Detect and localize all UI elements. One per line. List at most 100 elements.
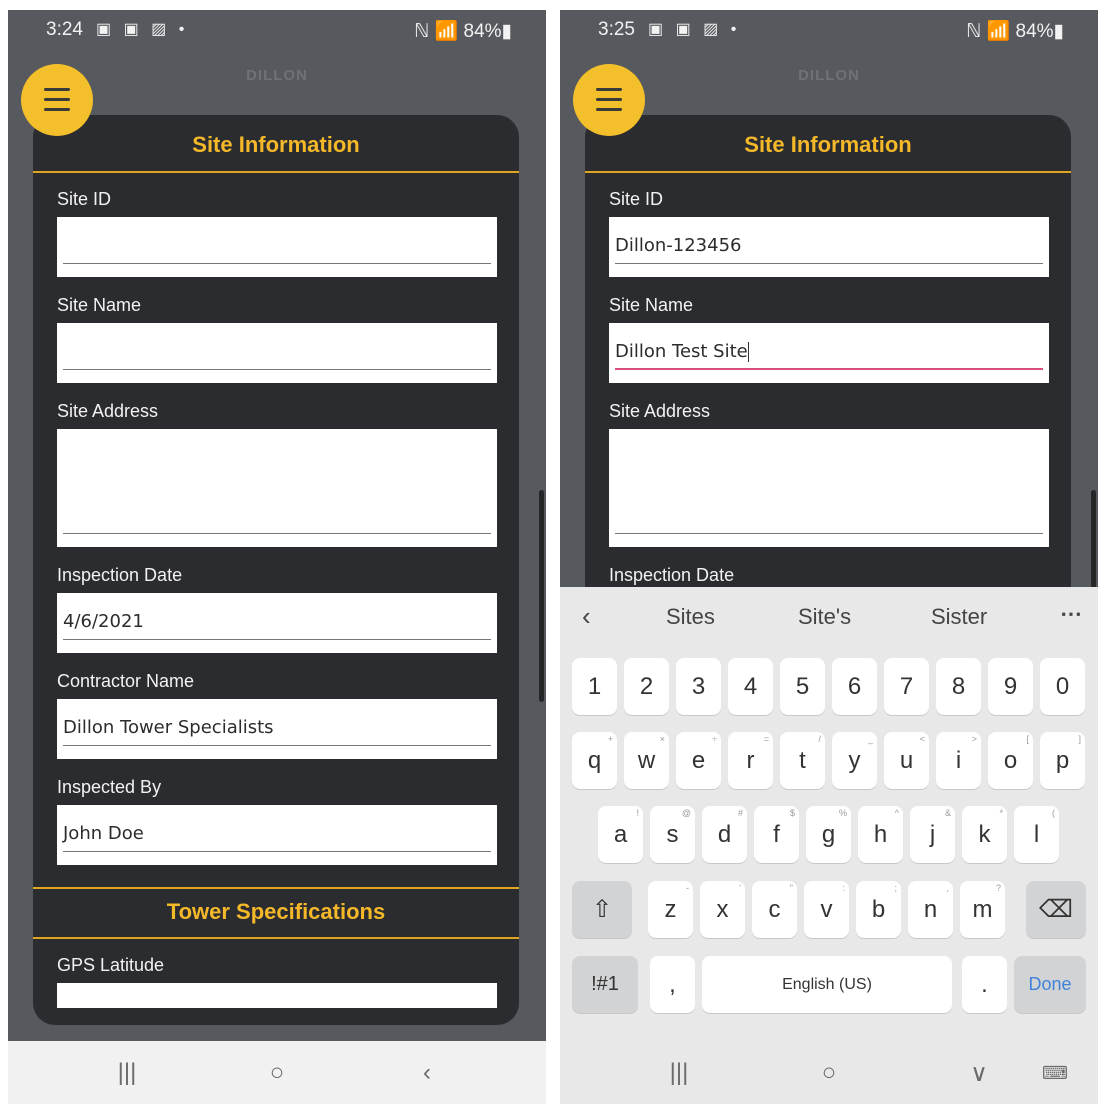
shift-key[interactable]: ⇧ — [572, 881, 632, 938]
key-label: x — [716, 896, 729, 923]
key-r[interactable]: = r — [728, 732, 773, 789]
space-bar[interactable]: English (US) — [702, 956, 952, 1013]
section-title-site-information: Site Information — [33, 115, 519, 173]
key-d[interactable]: # d — [702, 806, 747, 863]
hamburger-icon-line — [44, 98, 70, 101]
site-address-textarea[interactable] — [57, 429, 497, 547]
input-underline — [63, 263, 491, 264]
key-label: u — [899, 747, 914, 774]
comma-key[interactable]: , — [650, 956, 695, 1013]
key-h[interactable]: ^ h — [858, 806, 903, 863]
key[interactable]: 6 — [832, 658, 877, 715]
key-e[interactable]: ÷ e — [676, 732, 721, 789]
backspace-icon: ⌫ — [1039, 896, 1073, 923]
key-p[interactable]: ] p — [1040, 732, 1085, 789]
key-hint: " — [789, 883, 793, 893]
site-id-input[interactable]: Dillon-123456 — [609, 217, 1049, 277]
key-hint: * — [999, 808, 1003, 818]
hamburger-icon-line — [44, 108, 70, 111]
key[interactable]: 8 — [936, 658, 981, 715]
key-hint: / — [818, 734, 821, 744]
key-t[interactable]: / t — [780, 732, 825, 789]
hamburger-icon — [44, 88, 70, 91]
suggestion-back-icon[interactable]: ‹ — [582, 601, 591, 632]
section-title-tower-specifications: Tower Specifications — [33, 887, 519, 939]
key[interactable]: 0 — [1040, 658, 1085, 715]
period-key[interactable]: . — [962, 956, 1007, 1013]
contractor-name-label: Contractor Name — [57, 671, 195, 691]
key-g[interactable]: % g — [806, 806, 851, 863]
key-u[interactable]: < u — [884, 732, 929, 789]
suggestion-item[interactable]: Sister — [931, 604, 987, 630]
key-hint: & — [944, 808, 951, 818]
key-k[interactable]: * k — [962, 806, 1007, 863]
key[interactable]: 4 — [728, 658, 773, 715]
key-z[interactable]: -z — [648, 881, 693, 938]
site-id-input[interactable] — [57, 217, 497, 277]
key[interactable]: 2 — [624, 658, 669, 715]
inspection-date-label: Inspection Date — [609, 565, 735, 585]
app-brand-logo: DILLON — [798, 67, 860, 84]
home-button[interactable]: ○ — [794, 1053, 864, 1093]
key-hint: _ — [867, 734, 873, 744]
hide-keyboard-button[interactable]: ∨ — [944, 1053, 1014, 1093]
key-j[interactable]: & j — [910, 806, 955, 863]
key-q[interactable]: + q — [572, 732, 617, 789]
key-w[interactable]: × w — [624, 732, 669, 789]
key-b[interactable]: ; b — [856, 881, 901, 938]
key-c[interactable]: " c — [752, 881, 797, 938]
home-button[interactable]: ○ — [242, 1053, 312, 1093]
menu-button[interactable] — [573, 64, 645, 136]
key-y[interactable]: _ y — [832, 732, 877, 789]
app-brand-logo: DILLON — [246, 67, 308, 84]
recent-apps-button[interactable]: ||| — [644, 1053, 714, 1093]
key-n[interactable]: ,n — [908, 881, 953, 938]
key-f[interactable]: $ f — [754, 806, 799, 863]
recent-apps-button[interactable]: ||| — [92, 1053, 162, 1093]
key[interactable]: 9 — [988, 658, 1033, 715]
contractor-name-input[interactable]: Dillon Tower Specialists — [57, 699, 497, 759]
key-label: s — [666, 821, 679, 848]
status-indicators: ℕ 📶 84%▮ — [414, 21, 512, 42]
menu-button[interactable] — [21, 64, 93, 136]
key-hint: ( — [1052, 808, 1055, 818]
key-l[interactable]: (l — [1014, 806, 1059, 863]
hamburger-icon-line — [596, 98, 622, 101]
site-name-input[interactable] — [57, 323, 497, 383]
site-id-label: Site ID — [57, 189, 112, 209]
suggestion-item[interactable]: Site's — [798, 604, 851, 630]
more-options-icon[interactable]: ⋯ — [1060, 601, 1082, 627]
key-v[interactable]: :v — [804, 881, 849, 938]
input-underline — [63, 533, 491, 534]
back-button[interactable]: ‹ — [392, 1053, 462, 1093]
key-s[interactable]: @ s — [650, 806, 695, 863]
inspection-date-input[interactable]: 4/6/2021 — [57, 593, 497, 653]
key-i[interactable]: > i — [936, 732, 981, 789]
input-underline — [615, 533, 1043, 534]
key-o[interactable]: [o — [988, 732, 1033, 789]
key[interactable]: 7 — [884, 658, 929, 715]
key[interactable]: 3 — [676, 658, 721, 715]
scrollbar[interactable] — [539, 490, 544, 702]
backspace-key[interactable]: ⌫ — [1026, 881, 1086, 938]
done-key[interactable]: Done — [1014, 956, 1086, 1013]
suggestion-item[interactable]: Sites — [666, 604, 715, 630]
inspected-by-input[interactable]: John Doe — [57, 805, 497, 865]
gps-latitude-input[interactable] — [57, 983, 497, 1008]
site-name-input[interactable]: Dillon Test Site — [609, 323, 1049, 383]
key-x[interactable]: ' x — [700, 881, 745, 938]
key-m[interactable]: ? m — [960, 881, 1005, 938]
site-address-textarea[interactable] — [609, 429, 1049, 547]
site-address-label: Site Address — [609, 401, 711, 421]
key-label: i — [955, 747, 962, 774]
status-bar: 3:25 ▣ ▣ ▨ • ℕ 📶 84%▮ — [560, 10, 1098, 50]
key[interactable]: 5 — [780, 658, 825, 715]
key-hint: % — [838, 808, 847, 818]
key-label: b — [871, 896, 886, 923]
key-hint: ] — [1078, 734, 1081, 744]
keyboard-switch-button[interactable]: ⌨ — [1030, 1053, 1080, 1093]
key-a[interactable]: ! a — [598, 806, 643, 863]
status-indicators: ℕ 📶 84%▮ — [966, 21, 1064, 42]
symbols-key[interactable]: !#1 — [572, 956, 638, 1013]
key[interactable]: 1 — [572, 658, 617, 715]
